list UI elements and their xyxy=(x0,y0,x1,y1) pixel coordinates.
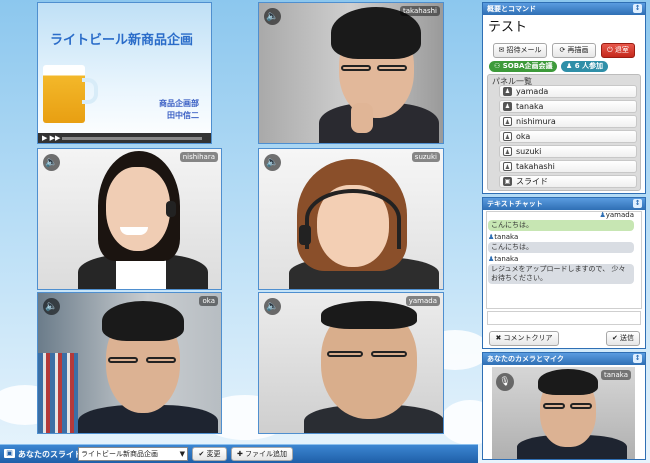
user-icon: ♟ xyxy=(503,87,512,96)
bottom-toolbar: ▣ あなたのスライド ライトビール新商品企画 ▼ ✔ 変更 ✚ ファイル追加 xyxy=(0,444,478,463)
self-camera-name: tanaka xyxy=(601,370,631,380)
camera-panel-title: あなたのカメラとマイク xyxy=(487,355,564,363)
change-label: 変更 xyxy=(206,450,221,458)
user-icon: ♟ xyxy=(503,147,512,156)
participant-name: suzuki xyxy=(411,152,440,162)
microphone-icon[interactable]: 🎙 xyxy=(496,373,514,391)
slide-presenter: 田中信二 xyxy=(167,111,199,120)
panel-list-item[interactable]: ♟ nishimura xyxy=(499,115,637,128)
speaker-icon[interactable]: 🔈 xyxy=(43,298,60,315)
meeting-title: テスト xyxy=(488,20,528,35)
add-file-label: ファイル追加 xyxy=(245,450,288,458)
chat-panel-header: テキストチャット ↕ xyxy=(483,198,645,210)
camera-panel-header: あなたのカメラとマイク ↕ xyxy=(483,353,645,365)
video-tile-nishihara[interactable]: 🔈 nishihara xyxy=(37,148,222,290)
chat-input[interactable] xyxy=(487,311,641,325)
slide-select[interactable]: ライトビール新商品企画 ▼ xyxy=(78,447,188,461)
slide-dept: 商品企画部 xyxy=(159,99,199,108)
check-icon: ✔ xyxy=(611,334,618,342)
panel-list-item[interactable]: ♟ tanaka xyxy=(499,100,637,113)
chat-message: こんにちは。 xyxy=(488,220,634,231)
plus-icon: ✚ xyxy=(236,450,243,458)
overview-panel: 概要とコマンド ↕ テスト ✉ 招待メール ⟳ 再描画 ⏻ 退室 ⚇ SOBA企… xyxy=(482,2,646,194)
slide-title: ライトビール新商品企画 xyxy=(50,33,194,48)
collapse-icon[interactable]: ↕ xyxy=(633,4,642,13)
image-icon: ▣ xyxy=(4,449,15,458)
change-button[interactable]: ✔ 変更 xyxy=(192,447,227,461)
collapse-icon[interactable]: ↕ xyxy=(633,199,642,208)
redraw-button[interactable]: ⟳ 再描画 xyxy=(552,43,596,58)
close-icon: ✖ xyxy=(495,334,502,342)
video-tile-suzuki[interactable]: 🔈 suzuki xyxy=(258,148,444,290)
mail-icon: ✉ xyxy=(498,46,505,54)
power-icon: ⏻ xyxy=(607,46,613,54)
slide-select-value: ライトビール新商品企画 xyxy=(81,450,158,458)
panel-list-item[interactable]: ♟ takahashi xyxy=(499,160,637,173)
clear-comments-label: コメントクリア xyxy=(503,334,553,342)
video-tile-takahashi[interactable]: 🔈 takahashi xyxy=(258,2,444,144)
participant-video xyxy=(259,3,443,143)
invite-mail-button[interactable]: ✉ 招待メール xyxy=(493,43,547,58)
speaker-icon[interactable]: 🔈 xyxy=(43,154,60,171)
panel-list-item[interactable]: ▣ スライド xyxy=(499,175,637,188)
collapse-icon[interactable]: ↕ xyxy=(633,354,642,363)
redraw-label: 再描画 xyxy=(567,46,589,54)
group-icon: ⚇ xyxy=(494,62,501,70)
overview-panel-title: 概要とコマンド xyxy=(487,5,536,13)
panel-list-item[interactable]: ♟ yamada xyxy=(499,85,637,98)
participants-badge: ♟ 6 人参加 xyxy=(561,61,609,72)
chat-message: こんにちは。 xyxy=(488,242,634,253)
chevron-down-icon: ▼ xyxy=(179,450,185,458)
user-icon: ♟ xyxy=(503,102,512,111)
user-icon: ♟ xyxy=(503,117,512,126)
chat-sender: ♟tanaka xyxy=(488,255,519,263)
play-icon[interactable]: ▶ ▶▶ xyxy=(42,134,60,142)
speaker-icon[interactable]: 🔈 xyxy=(264,8,281,25)
slide-progress[interactable] xyxy=(62,137,202,140)
beer-mug-handle xyxy=(82,78,98,104)
participant-name: takahashi xyxy=(399,6,440,16)
participant-video xyxy=(38,293,221,433)
panel-list-item[interactable]: ♟ suzuki xyxy=(499,145,637,158)
group-badge: ⚇ SOBA企画会議 xyxy=(489,61,558,72)
participant-name: nishihara xyxy=(179,152,218,162)
beer-mug-image xyxy=(43,65,85,123)
invite-mail-label: 招待メール xyxy=(506,46,542,54)
video-tile-yamada[interactable]: 🔈 yamada xyxy=(258,292,444,434)
participant-name: oka xyxy=(199,296,218,306)
chat-sender: ♟yamada xyxy=(599,211,634,219)
image-icon: ▣ xyxy=(503,177,512,186)
leave-label: 退室 xyxy=(614,46,629,54)
camera-panel: あなたのカメラとマイク ↕ 🎙 tanaka xyxy=(482,352,646,460)
participant-video xyxy=(259,293,443,433)
participant-video xyxy=(259,149,443,289)
refresh-icon: ⟳ xyxy=(559,46,566,54)
speaker-icon[interactable]: 🔈 xyxy=(264,298,281,315)
user-icon: ♟ xyxy=(503,162,512,171)
check-icon: ✔ xyxy=(198,450,205,458)
add-file-button[interactable]: ✚ ファイル追加 xyxy=(231,447,293,461)
leave-button[interactable]: ⏻ 退室 xyxy=(601,43,635,58)
speaker-icon[interactable]: 🔈 xyxy=(264,154,281,171)
send-button[interactable]: ✔ 送信 xyxy=(606,331,640,346)
chat-panel-title: テキストチャット xyxy=(487,200,543,208)
group-label: SOBA企画会議 xyxy=(502,62,553,70)
chat-message: レジュメをアップロードしますので、 少々お待ちください。 xyxy=(488,264,634,284)
participants-label: 6 人参加 xyxy=(574,62,604,70)
user-icon: ♟ xyxy=(503,132,512,141)
chat-sender: ♟tanaka xyxy=(488,233,519,241)
participant-name: yamada xyxy=(405,296,440,306)
send-label: 送信 xyxy=(620,334,635,342)
user-icon: ♟ xyxy=(566,62,573,70)
clear-comments-button[interactable]: ✖ コメントクリア xyxy=(489,331,559,346)
video-tile-oka[interactable]: 🔈 oka xyxy=(37,292,222,434)
slide-tile[interactable]: ライトビール新商品企画 商品企画部 田中信二 ▶ ▶▶ xyxy=(37,2,212,144)
participant-video xyxy=(38,149,221,289)
overview-panel-header: 概要とコマンド ↕ xyxy=(483,3,645,15)
your-slide-label: あなたのスライド xyxy=(18,450,82,459)
panel-list-item[interactable]: ♟ oka xyxy=(499,130,637,143)
